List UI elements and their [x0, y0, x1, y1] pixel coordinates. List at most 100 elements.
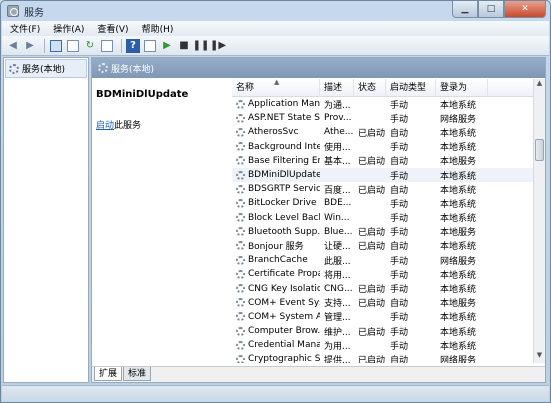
- gear-icon: [236, 312, 245, 322]
- table-row[interactable]: COM+ System A... 管理... 手动 本地系统: [232, 310, 544, 324]
- column-header-name-label: 名称: [236, 82, 255, 93]
- service-startup-type: 手动: [390, 199, 409, 210]
- table-row[interactable]: Bluetooth Supp... Blue... 已启动 手动 本地服务: [232, 225, 544, 239]
- restart-icon[interactable]: ❚▶: [210, 39, 226, 53]
- service-name-cell: BranchCache: [232, 255, 320, 265]
- scrollbar-thumb[interactable]: [535, 139, 544, 161]
- console-tree-icon[interactable]: [49, 39, 63, 53]
- service-name-cell: Credential Mana...: [232, 340, 320, 350]
- service-status: 已启动: [358, 327, 386, 338]
- table-row[interactable]: Computer Brow... 维护... 已启动 手动 本地系统: [232, 324, 544, 338]
- service-description: BDE...: [324, 198, 352, 209]
- service-description: CNG...: [324, 283, 353, 294]
- tree-item-services-local[interactable]: 服务(本地): [5, 59, 87, 78]
- service-name: BDSGRTP Service: [248, 184, 320, 195]
- refresh-icon[interactable]: ↻: [83, 39, 97, 53]
- service-startup-type: 手动: [390, 256, 409, 267]
- service-startup-type: 手动: [390, 327, 409, 338]
- toolbar: ◀ ▶ ↻ ? ▶ ■ ❚❚ ❚▶: [2, 36, 549, 56]
- extended-description-panel: BDMiniDlUpdate 启动此服务: [92, 79, 230, 363]
- table-row[interactable]: Block Level Back... Win... 手动 本地系统: [232, 211, 544, 225]
- service-startup-type: 手动: [390, 341, 409, 352]
- column-header-description[interactable]: 描述: [320, 79, 354, 97]
- menu-view[interactable]: 查看(V): [89, 22, 133, 35]
- gear-icon: [9, 63, 19, 74]
- start-service-text: 启动此服务: [96, 118, 226, 131]
- table-row[interactable]: Application Man... 为通... 手动 本地系统: [232, 97, 544, 111]
- play-icon[interactable]: ▶: [160, 39, 174, 53]
- toolbar-separator: [44, 38, 45, 53]
- service-name: AtherosSvc: [248, 127, 299, 138]
- start-service-link[interactable]: 启动: [96, 121, 114, 131]
- table-row[interactable]: Background Inte... 使用... 手动 本地系统: [232, 140, 544, 154]
- table-row[interactable]: Cryptographic S... 提供... 已启动自动 网络服务: [232, 352, 544, 363]
- close-button[interactable]: ✕: [504, 1, 546, 18]
- table-row[interactable]: COM+ Event Sys... 支持... 已启动自动 本地服务: [232, 296, 544, 310]
- service-startup-type: 自动: [390, 299, 409, 310]
- service-name: Computer Brow...: [248, 326, 320, 337]
- minimize-button[interactable]: ▁: [452, 1, 478, 18]
- table-row[interactable]: CNG Key Isolation CNG... 已启动手动 本地系统: [232, 281, 544, 295]
- help-icon[interactable]: ?: [126, 38, 140, 53]
- stop-icon[interactable]: ■: [177, 39, 191, 53]
- service-name-cell: Computer Brow...: [232, 326, 320, 336]
- window-title: 服务: [24, 7, 44, 19]
- view-tabs: 扩展 标准: [92, 366, 545, 382]
- service-logon-as: 本地系统: [440, 199, 477, 210]
- service-description: 使用...: [324, 143, 351, 154]
- table-row[interactable]: BDMiniDlUpdate 手动 本地系统: [232, 167, 544, 183]
- service-status: 已启动: [358, 228, 386, 239]
- service-name: BDMiniDlUpdate: [248, 170, 320, 181]
- menu-file[interactable]: 文件(F): [2, 22, 45, 35]
- scroll-up-icon[interactable]: ▲: [534, 79, 545, 91]
- tab-standard[interactable]: 标准: [123, 367, 152, 381]
- gear-icon: [236, 213, 245, 223]
- column-header-startup-type[interactable]: 启动类型: [386, 79, 436, 97]
- table-row[interactable]: BitLocker Drive ... BDE... 手动 本地系统: [232, 196, 544, 210]
- column-header-status[interactable]: 状态: [354, 79, 386, 97]
- scroll-down-icon[interactable]: ▼: [534, 351, 545, 363]
- service-name-cell: AtherosSvc: [232, 127, 320, 137]
- table-row[interactable]: Bonjour 服务 让硬... 已启动 自动 本地系统: [232, 239, 544, 253]
- menu-bar: 文件(F) 操作(A) 查看(V) 帮助(H): [2, 21, 549, 36]
- tab-extended[interactable]: 扩展: [94, 367, 123, 381]
- menu-action[interactable]: 操作(A): [45, 22, 89, 35]
- pause-icon[interactable]: ❚❚: [193, 39, 210, 53]
- forward-arrow-icon[interactable]: ▶: [23, 39, 37, 53]
- service-logon-as: 本地服务: [440, 299, 477, 310]
- service-description: 让硬...: [324, 242, 351, 253]
- gear-icon: [236, 127, 245, 137]
- window-controls: ▁ □ ✕: [452, 1, 546, 18]
- service-name: BitLocker Drive ...: [248, 198, 320, 209]
- column-header-name[interactable]: 名称 ▲: [232, 79, 320, 97]
- service-name: Background Inte...: [248, 141, 320, 152]
- menu-help[interactable]: 帮助(H): [134, 22, 179, 35]
- table-row[interactable]: BDSGRTP Service 百度... 已启动 自动 本地系统: [232, 182, 544, 196]
- service-logon-as: 本地系统: [440, 128, 477, 139]
- service-description: Prov...: [324, 113, 352, 124]
- export-icon[interactable]: [100, 39, 114, 53]
- table-row[interactable]: AtherosSvc Athe... 已启动 自动 本地系统: [232, 125, 544, 139]
- table-row[interactable]: Certificate Propa... 将用... 手动 本地系统: [232, 267, 544, 281]
- column-header-logon-as[interactable]: 登录为: [436, 79, 488, 97]
- table-row[interactable]: Credential Mana... 为用... 手动 本地系统: [232, 338, 544, 352]
- gear-icon: [236, 326, 245, 336]
- services-window: 服务 ▁ □ ✕ 文件(F) 操作(A) 查看(V) 帮助(H) ◀ ▶ ↻ ?…: [0, 0, 551, 403]
- service-logon-as: 本地服务: [440, 228, 477, 239]
- gear-icon: [236, 298, 245, 308]
- table-row[interactable]: ASP.NET State S... Prov... 手动 网络服务: [232, 111, 544, 125]
- service-name: Bluetooth Supp...: [248, 226, 320, 237]
- list-header: 名称 ▲ 描述 状态 启动类型 登录为: [232, 79, 544, 97]
- service-startup-type: 自动: [390, 128, 409, 139]
- maximize-button[interactable]: □: [478, 1, 504, 18]
- view-icon[interactable]: [143, 39, 157, 53]
- gear-icon: [236, 284, 245, 294]
- service-logon-as: 本地系统: [440, 143, 477, 154]
- table-row[interactable]: BranchCache 此服... 手动 网络服务: [232, 253, 544, 267]
- gear-icon: [236, 184, 245, 194]
- back-arrow-icon[interactable]: ◀: [6, 39, 20, 53]
- properties-icon[interactable]: [66, 39, 80, 53]
- vertical-scrollbar[interactable]: ▲ ▼: [533, 79, 545, 363]
- service-logon-as: 网络服务: [440, 256, 477, 267]
- table-row[interactable]: Base Filtering En... 基本... 已启动自动 本地服务: [232, 154, 544, 168]
